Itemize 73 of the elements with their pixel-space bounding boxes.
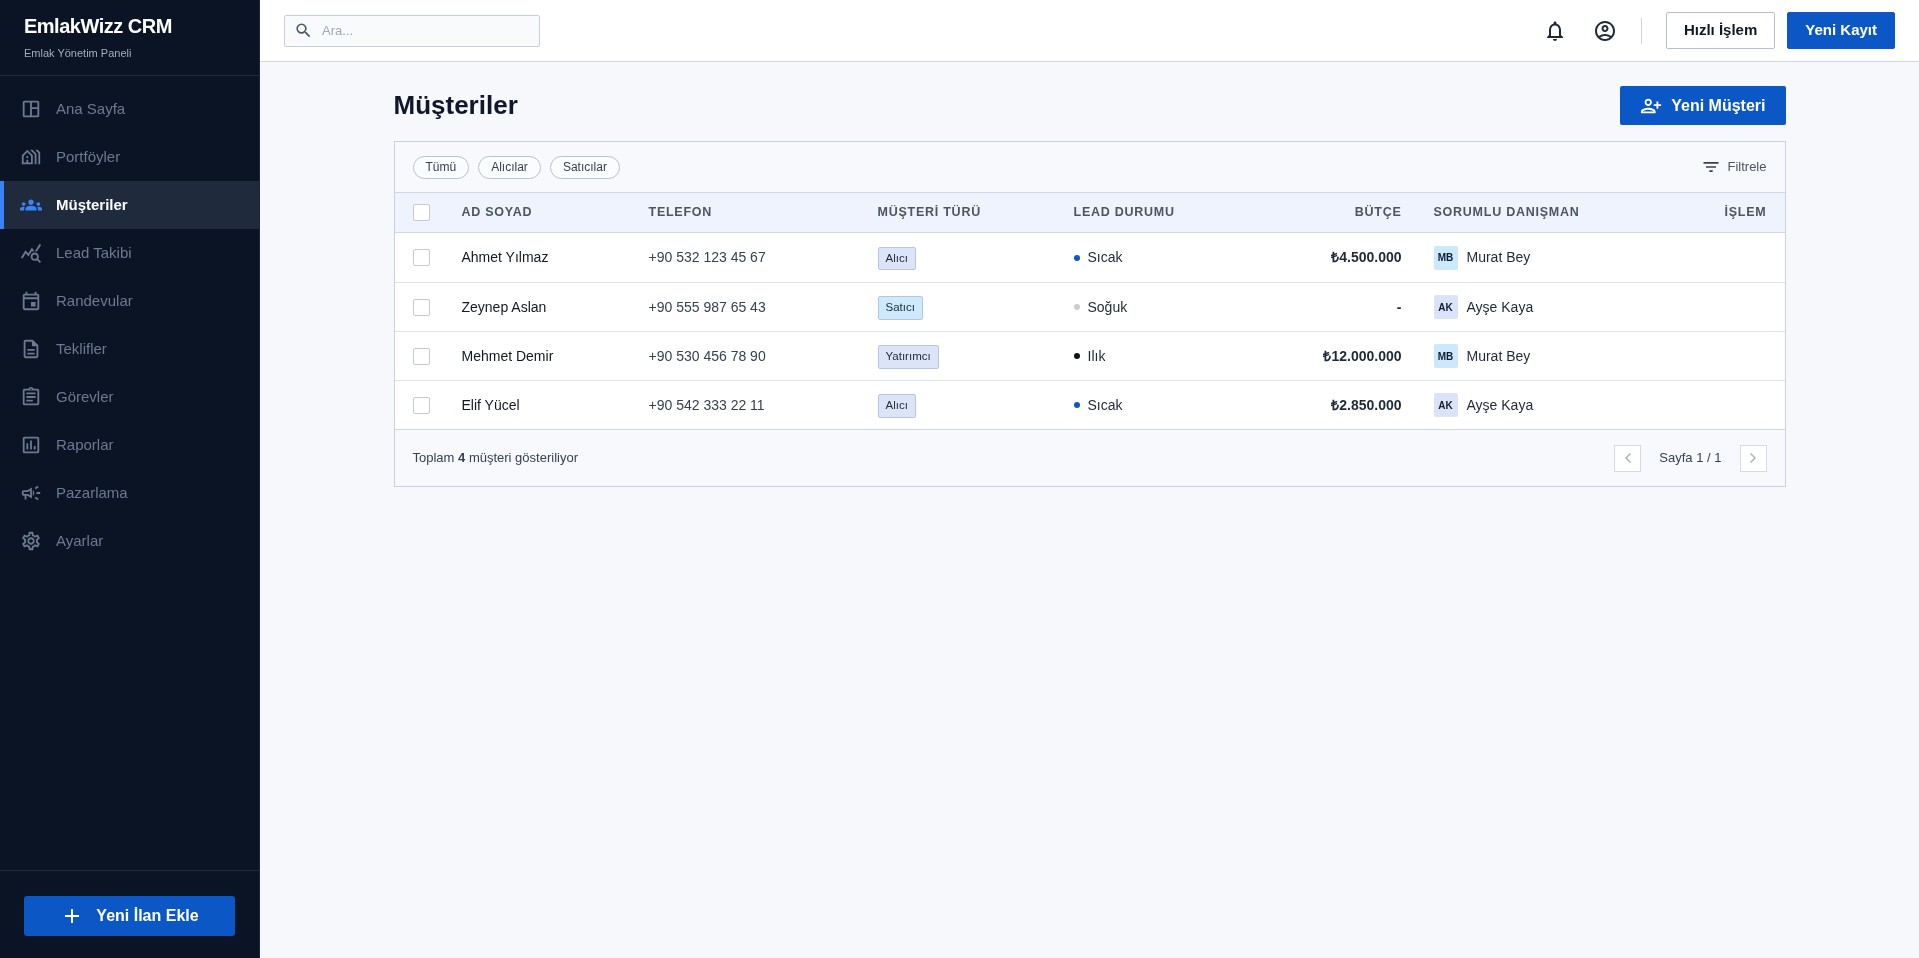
column-header: SORUMLU DANIŞMAN (1432, 204, 1581, 222)
initials-avatar: AK (1433, 393, 1458, 417)
chevron-right-icon (1750, 453, 1756, 463)
customer-name: Mehmet Demir (461, 346, 555, 366)
select-all-checkbox[interactable] (412, 204, 430, 221)
sidebar-item[interactable]: Görevler (0, 373, 259, 421)
clipboard-icon (20, 386, 42, 408)
row-checkbox[interactable] (412, 396, 430, 414)
table-summary: Toplam 4 müşteri gösteriliyor (412, 449, 578, 468)
app-subtitle: Emlak Yönetim Paneli (24, 46, 133, 61)
row-checkbox[interactable] (412, 347, 430, 365)
sidebar-item[interactable]: Teklifler (0, 325, 259, 373)
filter-chip[interactable]: Tümü (412, 155, 470, 179)
search-field[interactable]: Ara... (284, 14, 540, 47)
sidebar-item[interactable]: Portföyler (0, 133, 259, 181)
column-header: TELEFON (648, 204, 714, 222)
sidebar-item[interactable]: Ana Sayfa (0, 85, 259, 133)
sidebar-item[interactable]: Randevular (0, 277, 259, 325)
lead-status: Soğuk (1087, 297, 1128, 317)
chevron-left-icon (1624, 453, 1631, 463)
filter-chip[interactable]: Alıcılar (478, 155, 541, 179)
initials-avatar: AK (1433, 295, 1458, 319)
chart-search-icon (20, 242, 42, 264)
page-title: Müşteriler (393, 89, 518, 122)
consultant-name: Ayşe Kaya (1466, 395, 1534, 415)
sidebar-item[interactable]: Pazarlama (0, 469, 259, 517)
phone-number: +90 542 333 22 11 (648, 395, 766, 415)
new-record-button[interactable]: Yeni Kayıt (1787, 12, 1895, 49)
sidebar-item[interactable]: Müşteriler (0, 181, 259, 229)
initials-avatar: MB (1433, 344, 1458, 368)
row-checkbox[interactable] (412, 249, 430, 266)
bar-chart-icon (20, 434, 42, 456)
budget-amount: - (1396, 297, 1402, 317)
column-header: BÜTÇE (1354, 204, 1402, 222)
budget-amount: ₺2.850.000 (1331, 395, 1402, 415)
consultant-name: Murat Bey (1466, 248, 1531, 267)
sidebar-item[interactable]: Ayarlar (0, 517, 259, 565)
customer-type-tag: Satıcı (877, 296, 923, 320)
search-icon (294, 20, 313, 40)
calendar-icon (20, 290, 42, 312)
budget-amount: ₺4.500.000 (1331, 248, 1402, 267)
phone-number: +90 532 123 45 67 (648, 248, 767, 267)
column-header: İŞLEM (1724, 204, 1767, 222)
customer-name: Elif Yücel (461, 395, 521, 415)
lead-status: Sıcak (1087, 248, 1123, 267)
row-checkbox[interactable] (412, 298, 430, 316)
customer-name: Ahmet Yılmaz (461, 248, 550, 267)
customer-type-tag: Alıcı (877, 394, 916, 418)
page-indicator: Sayfa 1 / 1 (1659, 449, 1722, 468)
column-header: AD SOYAD (461, 204, 534, 222)
column-header: MÜŞTERİ TÜRÜ (877, 204, 982, 222)
lead-status: Sıcak (1087, 395, 1123, 415)
sidebar-item[interactable]: Lead Takibi (0, 229, 259, 277)
customer-type-tag: Yatırımcı (877, 345, 939, 369)
app-title: EmlakWizz CRM (24, 14, 173, 38)
consultant-name: Murat Bey (1466, 346, 1531, 366)
consultant-name: Ayşe Kaya (1466, 297, 1534, 317)
dashboard-icon (20, 98, 42, 120)
filter-chip[interactable]: Satıcılar (549, 155, 620, 179)
quick-action-button[interactable]: Hızlı İşlem (1665, 12, 1776, 49)
column-header: LEAD DURUMU (1073, 204, 1176, 222)
initials-avatar: MB (1433, 245, 1458, 270)
phone-number: +90 530 456 78 90 (648, 346, 767, 366)
settings-icon (20, 530, 42, 552)
add-listing-button[interactable]: Yeni İlan Ekle (24, 896, 235, 936)
lead-status: Ilık (1087, 346, 1106, 366)
new-customer-button[interactable]: Yeni Müşteri (1620, 86, 1786, 125)
phone-number: +90 555 987 65 43 (648, 297, 767, 317)
customer-name: Zeynep Aslan (461, 297, 548, 317)
filter-button[interactable]: Filtrele (1701, 157, 1767, 177)
customer-type-tag: Alıcı (877, 246, 916, 271)
sidebar-item[interactable]: Raporlar (0, 421, 259, 469)
budget-amount: ₺12.000.000 (1323, 346, 1402, 366)
